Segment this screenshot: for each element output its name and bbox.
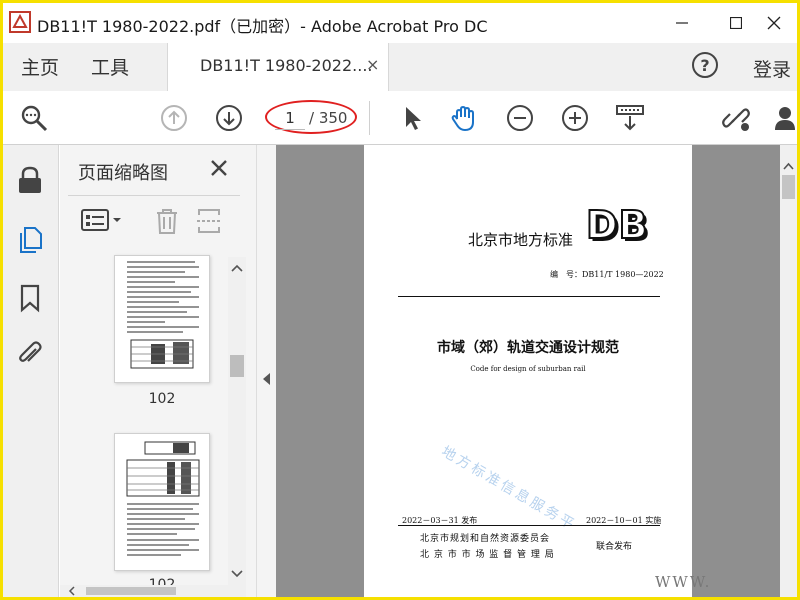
- minimize-button[interactable]: [659, 3, 705, 43]
- document-tab-close-button[interactable]: ×: [366, 55, 379, 74]
- toolbar: 1 / 350: [3, 91, 797, 145]
- horizontal-scrollbar-thumb[interactable]: [86, 587, 176, 595]
- thumbnail-preview: [127, 261, 199, 369]
- select-pointer-icon[interactable]: [397, 103, 427, 133]
- home-menu-item[interactable]: 主页: [21, 53, 59, 80]
- thumbnail-page-label: 102: [148, 391, 176, 407]
- app-logo-icon: [9, 11, 31, 33]
- thumbnails-horizontal-scrollbar[interactable]: [60, 585, 246, 597]
- minimize-icon: [676, 22, 688, 24]
- scroll-down-icon[interactable]: [228, 567, 246, 581]
- collapse-arrow-icon[interactable]: [257, 369, 277, 389]
- lock-icon[interactable]: [16, 165, 44, 195]
- issuer-2: 北 京 市 市 场 监 督 管 理 局: [420, 550, 555, 560]
- next-page-icon[interactable]: [214, 103, 244, 133]
- scroll-mode-icon[interactable]: [615, 103, 645, 133]
- close-pane-icon[interactable]: [208, 157, 230, 179]
- thumbnail-preview: [126, 441, 200, 556]
- help-icon[interactable]: ?: [691, 51, 719, 79]
- search-icon[interactable]: [19, 103, 49, 133]
- document-tab-label: DB11!T 1980-2022....: [200, 56, 373, 75]
- navigation-rail: [3, 145, 59, 597]
- site-watermark: WWW.: [655, 573, 712, 591]
- document-title-cn: 市域（郊）轨道交通设计规范: [437, 340, 619, 356]
- hand-tool-icon[interactable]: [449, 103, 479, 133]
- title-bar: DB11!T 1980-2022.pdf（已加密）- Adobe Acrobat…: [3, 3, 797, 43]
- page-thumbnail[interactable]: [114, 255, 210, 383]
- page-thumbnails-icon[interactable]: [16, 225, 44, 255]
- document-title-en: Code for design of suburban rail: [470, 365, 586, 373]
- bookmark-icon[interactable]: [16, 283, 44, 313]
- joint-issue-label: 联合发布: [596, 542, 633, 552]
- close-icon: [767, 16, 781, 30]
- pane-divider: [68, 195, 240, 196]
- standard-category-title: 北京市地方标准: [468, 231, 574, 249]
- maximize-icon: [730, 17, 742, 29]
- attachment-icon[interactable]: [16, 339, 44, 369]
- pdf-page: 北京市地方标准 DB 编 号：DB11/T 1980—2022 市域（郊）轨道交…: [364, 145, 692, 597]
- doc-scroll-up-icon[interactable]: [780, 159, 797, 173]
- share-link-icon[interactable]: [721, 103, 751, 133]
- page-total-label: / 350: [309, 109, 348, 127]
- page-number-input[interactable]: 1: [275, 106, 305, 130]
- db-logo: DB: [585, 202, 649, 248]
- document-viewport: 北京市地方标准 DB 编 号：DB11/T 1980—2022 市域（郊）轨道交…: [276, 145, 797, 597]
- doc-scrollbar-thumb[interactable]: [782, 175, 795, 199]
- header-rule: [398, 296, 660, 297]
- scrollbar-thumb[interactable]: [230, 355, 244, 377]
- delete-page-icon[interactable]: [154, 207, 180, 235]
- scroll-left-icon[interactable]: [66, 585, 78, 597]
- footer-rule: [398, 525, 660, 526]
- issuer-1: 北京市规划和自然资源委员会: [420, 534, 551, 544]
- close-window-button[interactable]: [751, 3, 797, 43]
- svg-text:?: ?: [700, 56, 709, 75]
- toolbar-separator: [369, 101, 370, 135]
- thumbnail-options-icon[interactable]: [80, 207, 126, 233]
- document-tab[interactable]: DB11!T 1980-2022.... ×: [167, 43, 389, 91]
- thumbnails-vertical-scrollbar[interactable]: [228, 257, 246, 585]
- page-properties-icon[interactable]: [196, 207, 222, 235]
- acrobat-window: DB11!T 1980-2022.pdf（已加密）- Adobe Acrobat…: [3, 3, 797, 597]
- menu-bar: 主页 工具 DB11!T 1980-2022.... × ? 登录: [3, 43, 797, 91]
- pane-title: 页面缩略图: [78, 163, 168, 184]
- user-icon[interactable]: [773, 103, 797, 133]
- collapse-pane-strip[interactable]: [256, 145, 276, 597]
- zoom-out-icon[interactable]: [505, 103, 535, 133]
- zoom-in-icon[interactable]: [560, 103, 590, 133]
- tools-menu-item[interactable]: 工具: [91, 53, 129, 80]
- window-title: DB11!T 1980-2022.pdf（已加密）- Adobe Acrobat…: [37, 17, 488, 36]
- page-thumbnails-pane: 页面缩略图 102: [60, 145, 256, 597]
- page-thumbnail[interactable]: [114, 433, 210, 571]
- previous-page-icon[interactable]: [159, 103, 189, 133]
- standard-number: 编 号：DB11/T 1980—2022: [550, 270, 664, 279]
- sign-in-button[interactable]: 登录: [753, 55, 791, 82]
- scroll-up-icon[interactable]: [228, 261, 246, 275]
- document-vertical-scrollbar[interactable]: [780, 145, 797, 597]
